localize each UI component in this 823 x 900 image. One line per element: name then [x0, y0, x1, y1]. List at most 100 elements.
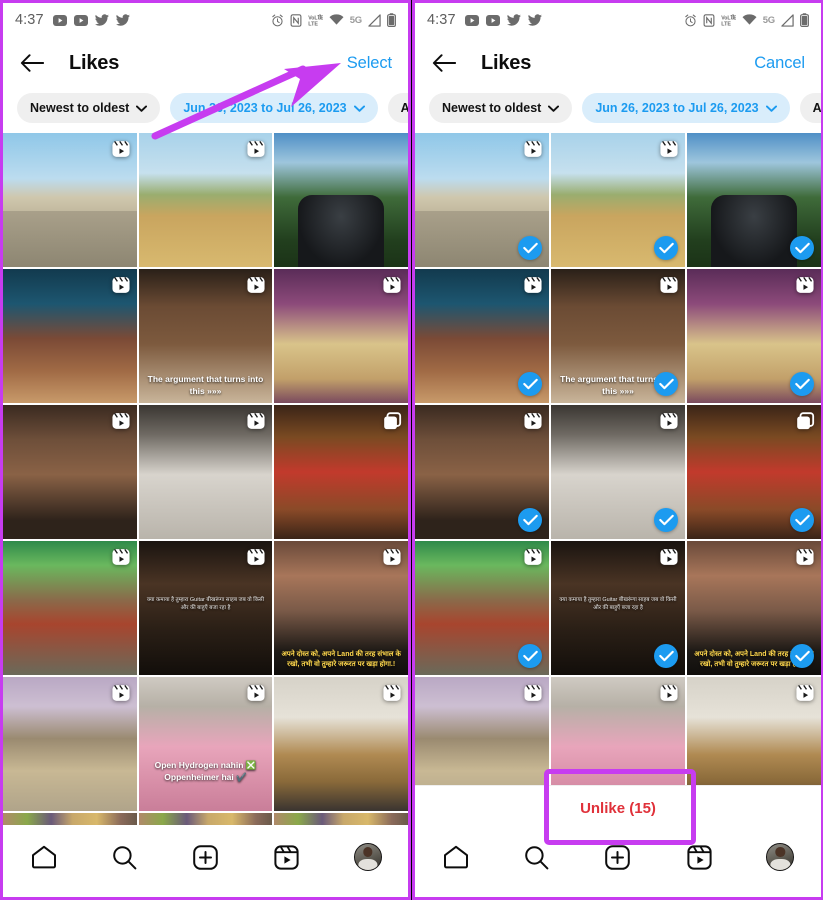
back-arrow-icon[interactable] — [429, 48, 459, 78]
grid-tile[interactable]: क्या कमाया है तुम्हारा Guitar बीखरूंगा स… — [551, 541, 685, 675]
grid-tile[interactable] — [3, 677, 137, 811]
avatar — [353, 843, 382, 871]
reels-icon — [111, 139, 131, 159]
reels-icon — [795, 683, 815, 703]
phone-screenshot-left: 4:37 VoLTE LTE 5G Likes Select Newest to… — [0, 0, 411, 900]
reels-icon — [246, 139, 266, 159]
twitter-icon — [527, 14, 542, 26]
chip-authors[interactable]: All auth — [799, 93, 821, 123]
grid-tile[interactable]: The argument that turns into this »»» — [138, 269, 273, 403]
nav-reels-icon[interactable] — [677, 839, 721, 875]
grid-tile[interactable] — [274, 133, 408, 267]
nav-reels-icon[interactable] — [265, 839, 309, 875]
selection-check-icon[interactable] — [654, 372, 678, 396]
grid-tile[interactable]: अपने दोस्त को, अपने Land की तरह संभाल के… — [687, 541, 821, 675]
grid-tile[interactable] — [415, 133, 549, 267]
grid-tile[interactable] — [3, 133, 137, 267]
chip-date-range[interactable]: Jun 26, 2023 to Jul 26, 2023 — [170, 93, 378, 123]
selection-check-icon[interactable] — [790, 236, 814, 260]
alarm-icon — [684, 14, 697, 27]
nav-search-icon[interactable] — [515, 839, 559, 875]
reels-icon — [523, 547, 543, 567]
nav-add-icon[interactable] — [184, 839, 228, 875]
selection-check-icon[interactable] — [790, 372, 814, 396]
selection-check-icon[interactable] — [518, 372, 542, 396]
selection-check-icon[interactable] — [654, 508, 678, 532]
grid-tile[interactable] — [138, 813, 273, 825]
status-notification-icons — [464, 14, 542, 26]
phone-screenshot-right: 4:37 VoLTE LTE 5G Likes Cancel Newest to… — [412, 0, 823, 900]
chevron-down-icon — [353, 105, 365, 112]
grid-tile[interactable]: The argument that turns into this »»» — [551, 269, 685, 403]
selection-check-icon[interactable] — [654, 236, 678, 260]
reels-icon — [382, 683, 402, 703]
nav-profile-avatar[interactable] — [346, 839, 390, 875]
grid-tile[interactable] — [138, 133, 273, 267]
chip-authors[interactable]: All auth — [387, 93, 408, 123]
avatar — [766, 843, 795, 871]
filter-chips-right: Newest to oldest Jun 26, 2023 to Jul 26,… — [415, 89, 821, 133]
grid-tile[interactable] — [3, 405, 137, 539]
app-header-left: Likes Select — [3, 37, 408, 89]
page-title: Likes — [69, 51, 120, 74]
status-time: 4:37 — [427, 12, 456, 28]
grid-tile[interactable] — [415, 269, 549, 403]
network-type-label: 5G — [349, 14, 362, 26]
reels-icon — [246, 411, 266, 431]
nav-search-icon[interactable] — [103, 839, 147, 875]
grid-tile[interactable] — [3, 269, 137, 403]
tile-thumbnail — [274, 813, 408, 825]
battery-icon — [387, 13, 396, 27]
selection-check-icon[interactable] — [518, 644, 542, 668]
nfc-icon — [703, 13, 715, 27]
back-arrow-icon[interactable] — [17, 48, 47, 78]
reels-icon — [659, 683, 679, 703]
selection-check-icon[interactable] — [518, 508, 542, 532]
chip-sort-order[interactable]: Newest to oldest — [429, 93, 573, 123]
nav-profile-avatar[interactable] — [758, 839, 802, 875]
grid-tile[interactable] — [274, 269, 408, 403]
volte-icon: VoLTE LTE — [308, 13, 323, 27]
selection-check-icon[interactable] — [654, 644, 678, 668]
tile-thumbnail — [3, 813, 137, 825]
cancel-button[interactable]: Cancel — [754, 54, 807, 73]
grid-tile[interactable] — [687, 133, 821, 267]
grid-tile[interactable] — [274, 677, 408, 811]
selection-check-icon[interactable] — [790, 644, 814, 668]
youtube-icon — [464, 14, 479, 26]
bottom-nav-right — [415, 831, 821, 897]
grid-tile[interactable] — [551, 405, 685, 539]
grid-tile[interactable]: अपने दोस्त को, अपने Land की तरह संभाल के… — [274, 541, 408, 675]
grid-tile[interactable] — [138, 405, 273, 539]
nav-add-icon[interactable] — [596, 839, 640, 875]
reels-icon — [659, 275, 679, 295]
svg-text:LTE: LTE — [721, 21, 731, 26]
twitter-icon — [506, 14, 521, 26]
grid-tile[interactable]: Open Hydrogen nahin ❎ Oppenheimer hai ✔️ — [138, 677, 273, 811]
chip-date-range[interactable]: Jun 26, 2023 to Jul 26, 2023 — [582, 93, 790, 123]
wifi-icon — [329, 14, 344, 26]
nav-home-icon[interactable] — [434, 839, 478, 875]
chip-sort-order-label: Newest to oldest — [30, 101, 130, 115]
grid-tile[interactable] — [687, 405, 821, 539]
grid-tile[interactable] — [3, 541, 137, 675]
nav-home-icon[interactable] — [22, 839, 66, 875]
select-button[interactable]: Select — [347, 54, 394, 73]
grid-tile[interactable] — [551, 133, 685, 267]
unlike-button[interactable]: Unlike (15) — [580, 800, 656, 817]
grid-tile[interactable] — [3, 813, 137, 825]
reels-icon — [659, 547, 679, 567]
chip-date-range-label: Jun 26, 2023 to Jul 26, 2023 — [595, 101, 759, 115]
selection-check-icon[interactable] — [518, 236, 542, 260]
chip-sort-order[interactable]: Newest to oldest — [17, 93, 161, 123]
grid-tile[interactable] — [415, 541, 549, 675]
grid-tile[interactable] — [415, 405, 549, 539]
twitter-icon — [94, 14, 109, 26]
reels-icon — [382, 275, 402, 295]
selection-check-icon[interactable] — [790, 508, 814, 532]
grid-tile[interactable]: क्या कमाया है तुम्हारा Guitar बीखरूंगा स… — [138, 541, 273, 675]
likes-grid-right: The argument that turns into this »»» क्… — [415, 133, 821, 811]
grid-tile[interactable] — [274, 405, 408, 539]
grid-tile[interactable] — [687, 269, 821, 403]
grid-tile[interactable] — [274, 813, 408, 825]
